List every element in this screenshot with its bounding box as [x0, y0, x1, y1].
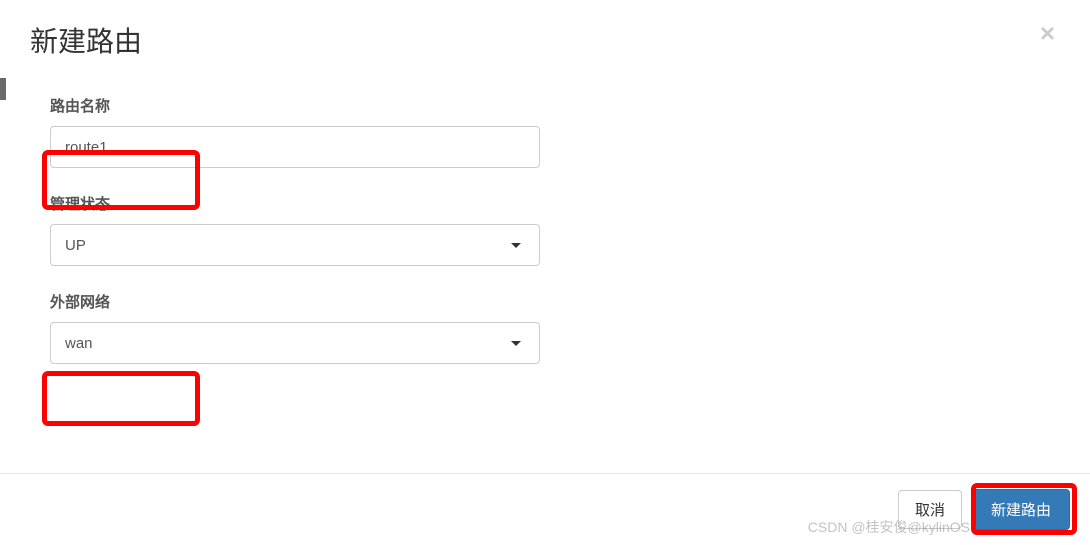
modal-footer: 取消 新建路由	[0, 473, 1090, 545]
close-icon[interactable]: ×	[1035, 20, 1060, 46]
modal-title: 新建路由	[30, 20, 142, 60]
admin-state-label: 管理状态	[50, 193, 540, 214]
route-name-input[interactable]	[50, 126, 540, 168]
admin-state-group: 管理状态 UP	[50, 193, 540, 266]
route-name-label: 路由名称	[50, 95, 540, 116]
admin-state-value: UP	[65, 237, 86, 254]
submit-button[interactable]: 新建路由	[972, 489, 1070, 530]
caret-down-icon	[511, 341, 521, 346]
caret-down-icon	[511, 243, 521, 248]
create-router-modal: 新建路由 × 路由名称 管理状态 UP 外部网络 wan 取消 新建路由	[0, 0, 1090, 545]
external-network-select[interactable]: wan	[50, 322, 540, 364]
cancel-button[interactable]: 取消	[898, 490, 962, 529]
modal-body: 路由名称 管理状态 UP 外部网络 wan	[0, 75, 1090, 473]
route-name-group: 路由名称	[50, 95, 540, 168]
external-network-label: 外部网络	[50, 291, 540, 312]
modal-header: 新建路由 ×	[0, 0, 1090, 75]
external-network-group: 外部网络 wan	[50, 291, 540, 364]
admin-state-select[interactable]: UP	[50, 224, 540, 266]
external-network-value: wan	[65, 335, 93, 352]
decorative-edge	[0, 78, 6, 100]
